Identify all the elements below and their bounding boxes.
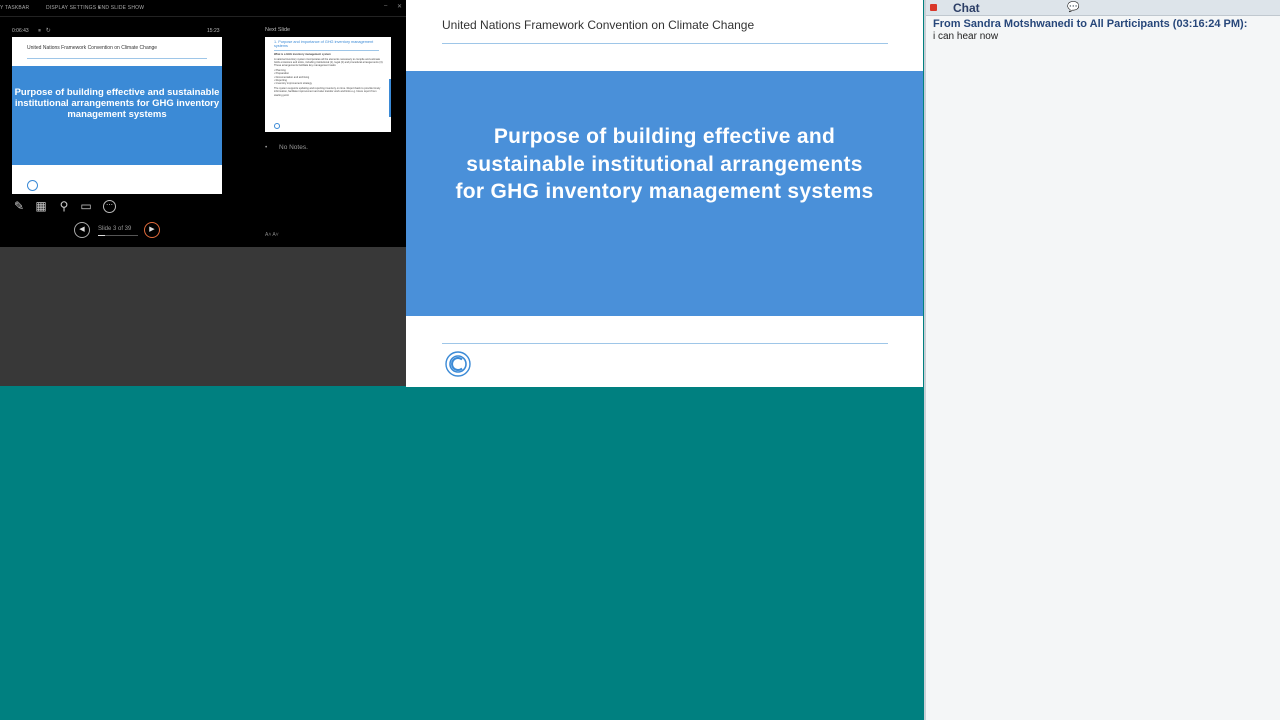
slide-progress bbox=[98, 235, 138, 236]
next-slide-paragraph-2: The system supports updating and reporti… bbox=[274, 87, 381, 97]
presenter-toolbar: Y TASKBAR DISPLAY SETTINGS ▾ END SLIDE S… bbox=[0, 3, 406, 15]
current-slide-title: Purpose of building effective and sustai… bbox=[12, 66, 222, 165]
current-slide-thumbnail[interactable]: United Nations Framework Convention on C… bbox=[12, 37, 222, 194]
more-options-icon[interactable]: ⋯ bbox=[103, 200, 116, 213]
slide-title-line: for GHG inventory management systems bbox=[455, 180, 874, 203]
screen-icon[interactable]: ▭ bbox=[78, 198, 94, 214]
slide-title-band: Purpose of building effective and sustai… bbox=[406, 71, 923, 316]
next-slide-title: 1. Purpose and importance of GHG invento… bbox=[274, 40, 374, 49]
pause-icon[interactable]: ⏸ bbox=[38, 28, 41, 34]
slide-title-line: Purpose of building effective and bbox=[493, 125, 836, 148]
close-panel-icon[interactable] bbox=[930, 4, 937, 11]
previous-slide-button[interactable]: ◀ bbox=[74, 222, 90, 238]
next-slide-list: • Planning • Preparation • Documentation… bbox=[274, 69, 384, 85]
chat-title: Chat bbox=[953, 1, 980, 15]
next-slide-accent-bar bbox=[389, 79, 391, 117]
slide-title: Purpose of building effective and sustai… bbox=[406, 123, 923, 206]
timer-controls: ⏸ ↻ bbox=[38, 27, 51, 35]
minimize-icon[interactable]: – bbox=[384, 3, 388, 9]
chat-options-icon[interactable]: 💬 bbox=[1067, 2, 1079, 13]
chat-panel: Chat 💬 From Sandra Motshwanedi to All Pa… bbox=[924, 0, 1280, 720]
presenter-background bbox=[0, 247, 406, 386]
show-taskbar-button[interactable]: Y TASKBAR bbox=[0, 5, 29, 11]
chat-header: Chat 💬 bbox=[926, 0, 1280, 16]
chat-message: From Sandra Motshwanedi to All Participa… bbox=[933, 18, 1273, 43]
unfccc-logo-icon bbox=[274, 123, 280, 129]
font-size-buttons[interactable]: A˄ A˅ bbox=[265, 232, 279, 238]
bullet-icon: • bbox=[265, 144, 268, 151]
presenter-view: Y TASKBAR DISPLAY SETTINGS ▾ END SLIDE S… bbox=[0, 0, 406, 247]
slide-counter[interactable]: Slide 3 of 39 bbox=[98, 226, 131, 232]
shared-slide: United Nations Framework Convention on C… bbox=[406, 0, 923, 387]
close-icon[interactable]: ✕ bbox=[397, 3, 402, 10]
see-all-slides-icon[interactable]: ▦ bbox=[33, 198, 49, 214]
next-slide-heading: What is a GHG inventory management syste… bbox=[274, 53, 331, 56]
next-slide-body: What is a GHG inventory management syste… bbox=[274, 53, 384, 99]
slide-header-rule bbox=[442, 43, 888, 44]
chat-messages: From Sandra Motshwanedi to All Participa… bbox=[933, 18, 1273, 43]
notes-text: No Notes. bbox=[279, 144, 308, 151]
next-slide-label: Next Slide bbox=[265, 27, 291, 33]
next-slide-button[interactable]: ▶ bbox=[144, 222, 160, 238]
unfccc-logo-icon bbox=[445, 351, 471, 377]
clock: 15:23 bbox=[207, 28, 220, 34]
slide-footer-rule bbox=[442, 343, 888, 344]
slide-header: United Nations Framework Convention on C… bbox=[442, 18, 755, 32]
next-slide-paragraph: A national inventory system incorporates… bbox=[274, 57, 384, 68]
next-slide-rule bbox=[274, 50, 379, 51]
end-slide-show-button[interactable]: END SLIDE SHOW bbox=[98, 5, 144, 11]
list-item: • Inventory improvement strategy bbox=[274, 82, 312, 86]
zoom-icon[interactable]: ⚲ bbox=[56, 198, 72, 214]
chat-message-sender: From Sandra Motshwanedi to All Participa… bbox=[933, 18, 1248, 30]
current-slide-header: United Nations Framework Convention on C… bbox=[27, 45, 158, 51]
toolbar-divider bbox=[0, 16, 406, 17]
current-slide-rule bbox=[27, 58, 207, 59]
unfccc-logo-icon bbox=[27, 180, 38, 191]
restart-icon[interactable]: ↻ bbox=[46, 28, 51, 34]
slide-title-line: sustainable institutional arrangements bbox=[466, 152, 863, 176]
speaker-notes[interactable]: • No Notes. bbox=[265, 144, 308, 151]
next-slide-thumbnail[interactable]: 1. Purpose and importance of GHG invento… bbox=[265, 37, 391, 132]
chat-message-text: i can hear now bbox=[933, 31, 999, 42]
pen-icon[interactable]: ✎ bbox=[11, 198, 27, 214]
display-settings-button[interactable]: DISPLAY SETTINGS ▾ bbox=[46, 5, 101, 11]
elapsed-timer: 0:06:43 bbox=[12, 28, 29, 34]
